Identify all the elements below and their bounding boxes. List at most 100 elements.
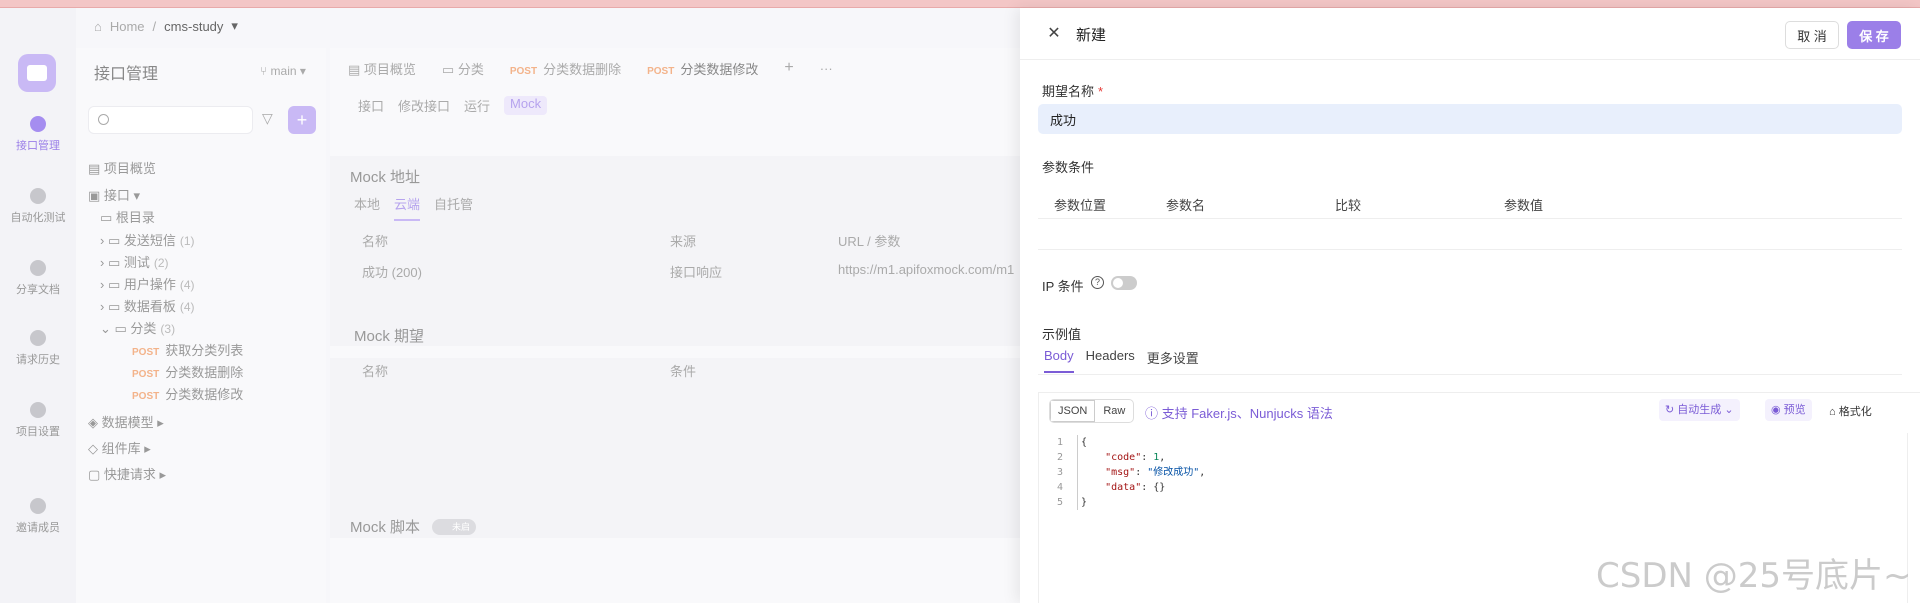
cancel-button[interactable]: 取 消 bbox=[1785, 21, 1839, 49]
rail-item-history[interactable]: 请求历史 bbox=[0, 330, 76, 367]
params-col-name: 参数名 bbox=[1166, 198, 1206, 213]
tree-item-root[interactable]: ▭ 根目录 bbox=[100, 207, 155, 226]
params-label: 参数条件 bbox=[1042, 160, 1095, 175]
code-line: 3 "msg": "修改成功", bbox=[1056, 467, 1206, 478]
auto-generate-button[interactable]: ↻ 自动生成 ⌄ bbox=[1659, 399, 1740, 421]
tree-folder[interactable]: › ▭ 测试 (2) bbox=[100, 252, 169, 271]
tab-headers[interactable]: Headers bbox=[1086, 348, 1135, 373]
rail-item-automation[interactable]: 自动化测试 bbox=[0, 188, 76, 225]
example-label: 示例值 bbox=[1042, 327, 1082, 342]
rail-item-api-management[interactable]: 接口管理 bbox=[0, 116, 76, 153]
mock-tab-self-hosted[interactable]: 自托管 bbox=[434, 194, 473, 221]
book-icon bbox=[30, 260, 46, 276]
tab-update-api[interactable]: POST 分类数据修改 bbox=[647, 59, 758, 78]
format-switch: JSON Raw bbox=[1049, 399, 1135, 423]
code-line: 2 "code": 1, bbox=[1056, 452, 1166, 463]
mock-script-title: Mock 脚本 bbox=[350, 519, 421, 536]
sidebar-title: 接口管理 bbox=[94, 66, 159, 83]
clock-icon bbox=[30, 330, 46, 346]
rail-item-invite-members[interactable]: 邀请成员 bbox=[0, 498, 76, 535]
expect-name-input[interactable] bbox=[1038, 104, 1902, 134]
subtab-api[interactable]: 接口 bbox=[358, 96, 384, 115]
new-tab-button[interactable]: + bbox=[784, 59, 793, 77]
mock-expect-title: Mock 期望 bbox=[354, 328, 425, 345]
code-line: 1{ bbox=[1056, 437, 1088, 448]
api-subtabs: 接口 修改接口 运行 Mock bbox=[358, 96, 548, 115]
tab-body[interactable]: Body bbox=[1044, 348, 1074, 373]
chevron-down-icon: ▾ bbox=[231, 18, 238, 33]
toggle-knob bbox=[1113, 278, 1123, 288]
close-icon[interactable]: ✕ bbox=[1044, 24, 1064, 44]
breadcrumb: ⌂ Home / cms-study ▾ bbox=[94, 18, 238, 34]
tree-search-input[interactable] bbox=[88, 106, 253, 134]
ip-condition-label: IP 条件 bbox=[1042, 279, 1084, 294]
example-tabs: Body Headers 更多设置 bbox=[1044, 348, 1199, 373]
rail-item-share-docs[interactable]: 分享文档 bbox=[0, 260, 76, 297]
mock-tab-local[interactable]: 本地 bbox=[354, 194, 380, 221]
gear-icon bbox=[30, 402, 46, 418]
chevron-down-icon[interactable]: ⌄ bbox=[1724, 404, 1733, 416]
subtab-run[interactable]: 运行 bbox=[464, 96, 490, 115]
tree-folder[interactable]: › ▭ 用户操作 (4) bbox=[100, 274, 195, 293]
tree-folder[interactable]: › ▭ 发送短信 (1) bbox=[100, 230, 195, 249]
mock-row-url[interactable]: https://m1.apifoxmock.com/m1 bbox=[838, 262, 1020, 277]
mock-row-source: 接口响应 bbox=[670, 265, 723, 280]
tree-folder[interactable]: ⌄ ▭ 分类 (3) bbox=[100, 318, 175, 337]
new-expectation-drawer: ✕ 新建 取 消 保 存 期望名称* 参数条件 参数位置 参数名 比较 参数值 … bbox=[1020, 8, 1920, 603]
params-divider bbox=[1038, 218, 1902, 219]
code-line: 5} bbox=[1056, 497, 1088, 508]
expect-name-label: 期望名称 * bbox=[1042, 84, 1104, 99]
api-tree-sidebar: 接口管理 ⑂ main ▾ ▽ + ▤ 项目概览 ▣ 接口 ▾ ▭ 根目录 › … bbox=[76, 48, 326, 603]
preview-button[interactable]: ◉ 预览 bbox=[1765, 399, 1812, 421]
rail-item-project-settings[interactable]: 项目设置 bbox=[0, 402, 76, 439]
add-api-button[interactable]: + bbox=[288, 106, 316, 134]
save-button[interactable]: 保 存 bbox=[1847, 21, 1901, 49]
expect-col-name: 名称 bbox=[362, 364, 389, 379]
branch-selector[interactable]: ⑂ main ▾ bbox=[260, 64, 306, 78]
params-col-compare: 比较 bbox=[1335, 198, 1362, 213]
col-header-url: URL / 参数 bbox=[838, 234, 901, 249]
breadcrumb-project[interactable]: cms-study bbox=[164, 19, 223, 34]
breadcrumb-separator: / bbox=[152, 18, 157, 34]
watermark: CSDN @25号底片~ bbox=[1596, 556, 1912, 596]
tree-item-data-model[interactable]: ◈ 数据模型 ▸ bbox=[88, 412, 164, 431]
tab-overview[interactable]: ▤ 项目概览 bbox=[348, 59, 416, 78]
tree-folder[interactable]: › ▭ 数据看板 (4) bbox=[100, 296, 195, 315]
breadcrumb-home[interactable]: Home bbox=[110, 19, 145, 34]
tree-item-components[interactable]: ◇ 组件库 ▸ bbox=[88, 438, 151, 457]
tree-item-quick-request[interactable]: ▢ 快捷请求 ▸ bbox=[88, 464, 166, 483]
tree-api-item[interactable]: POST 分类数据删除 bbox=[132, 362, 243, 381]
editor-tabs: ▤ 项目概览 ▭ 分类 POST 分类数据删除 POST 分类数据修改 + ··· bbox=[330, 48, 1020, 88]
home-icon: ⌂ bbox=[94, 18, 102, 34]
ip-condition-toggle[interactable] bbox=[1111, 276, 1137, 290]
mock-expect-card bbox=[330, 358, 1020, 538]
code-line: 4 "data": {} bbox=[1056, 482, 1166, 493]
tree-item-api-group[interactable]: ▣ 接口 ▾ bbox=[88, 185, 140, 204]
help-icon: ⓘ bbox=[1145, 406, 1162, 421]
subtab-edit[interactable]: 修改接口 bbox=[398, 96, 450, 115]
mock-tab-cloud[interactable]: 云端 bbox=[394, 194, 421, 221]
tab-more-settings[interactable]: 更多设置 bbox=[1147, 348, 1199, 373]
format-json[interactable]: JSON bbox=[1050, 400, 1096, 422]
code-area[interactable]: 1{ 2 "code": 1, 3 "msg": "修改成功", 4 "data… bbox=[1049, 435, 1205, 510]
filter-icon[interactable]: ▽ bbox=[262, 110, 278, 126]
app-logo bbox=[18, 54, 56, 92]
subtab-mock[interactable]: Mock bbox=[504, 96, 548, 115]
mock-script-toggle-label: 未启 bbox=[452, 522, 471, 532]
help-icon[interactable]: ? bbox=[1091, 276, 1104, 289]
mock-address-title: Mock 地址 bbox=[350, 169, 421, 186]
mock-row-name: 成功 (200) bbox=[362, 265, 422, 280]
tree-api-item[interactable]: POST 获取分类列表 bbox=[132, 340, 243, 359]
tab-category[interactable]: ▭ 分类 bbox=[442, 59, 484, 78]
add-user-icon bbox=[30, 498, 46, 514]
format-button[interactable]: ⌂ 格式化 bbox=[1829, 403, 1872, 419]
tab-delete-api[interactable]: POST 分类数据删除 bbox=[510, 59, 621, 78]
tree-item-overview[interactable]: ▤ 项目概览 bbox=[88, 158, 156, 177]
col-header-source: 来源 bbox=[670, 234, 697, 249]
format-raw[interactable]: Raw bbox=[1095, 400, 1133, 422]
expect-col-condition: 条件 bbox=[670, 364, 697, 379]
more-tabs-button[interactable]: ··· bbox=[820, 61, 833, 76]
params-col-value: 参数值 bbox=[1504, 198, 1544, 213]
faker-hint-link[interactable]: ⓘ 支持 Faker.js、Nunjucks 语法 bbox=[1145, 403, 1333, 422]
tree-api-item[interactable]: POST 分类数据修改 bbox=[132, 384, 243, 403]
